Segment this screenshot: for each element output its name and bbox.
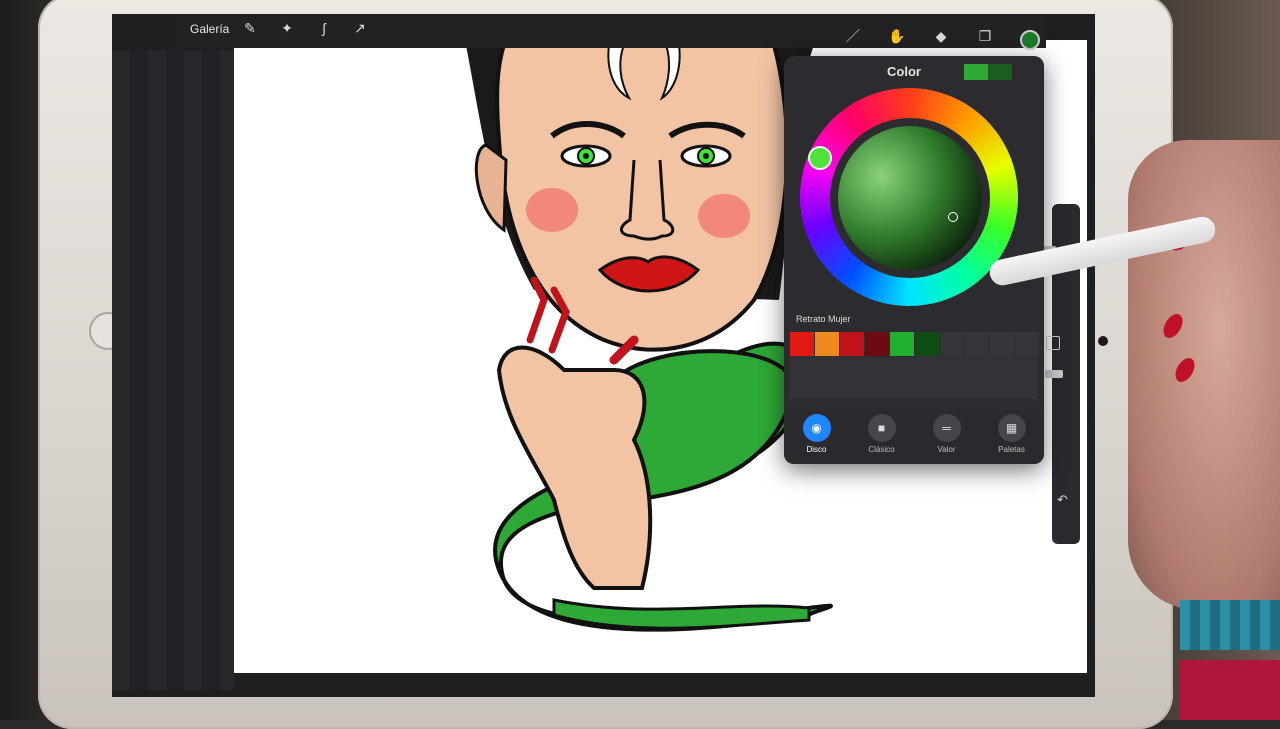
snake-tail bbox=[552, 598, 811, 630]
transform-arrow-icon[interactable]: ↗ bbox=[350, 18, 370, 38]
ear bbox=[474, 143, 508, 233]
palette-swatch[interactable] bbox=[890, 332, 914, 356]
palette-empty-slot[interactable] bbox=[990, 332, 1014, 356]
tab-label: Disco bbox=[806, 445, 827, 454]
saturation-disc[interactable] bbox=[838, 126, 982, 270]
magic-wand-icon[interactable]: ✦ bbox=[277, 18, 297, 38]
saturation-handle[interactable] bbox=[948, 212, 958, 222]
front-camera bbox=[1098, 336, 1108, 346]
blush-left bbox=[526, 188, 578, 232]
canvas-shadow-area bbox=[112, 50, 234, 690]
eraser-icon[interactable]: ◆ bbox=[931, 26, 951, 46]
current-color-swatch[interactable] bbox=[964, 64, 988, 80]
brush-icon[interactable]: ／ bbox=[843, 26, 863, 46]
tab-label: Clásico bbox=[868, 445, 895, 454]
gallery-button[interactable]: Galería bbox=[190, 22, 229, 36]
smudge-icon[interactable]: ✋ bbox=[887, 26, 907, 46]
color-dot-icon[interactable] bbox=[1020, 30, 1040, 50]
tab-paletas[interactable]: ▦ Paletas bbox=[982, 414, 1042, 454]
palette-swatch[interactable] bbox=[815, 332, 839, 356]
square-icon: ■ bbox=[867, 414, 896, 442]
undo-icon[interactable]: ↶ bbox=[1057, 492, 1068, 508]
sliders-icon: ═ bbox=[932, 414, 961, 442]
hue-handle[interactable] bbox=[808, 146, 832, 170]
procreate-topbar bbox=[176, 14, 1046, 48]
palette-swatch[interactable] bbox=[840, 332, 864, 356]
modify-button[interactable] bbox=[1046, 336, 1060, 350]
palette-empty-slot[interactable] bbox=[965, 332, 989, 356]
wrist-band bbox=[1180, 600, 1280, 650]
user-hand bbox=[1128, 140, 1280, 610]
tab-disco[interactable]: ◉ Disco bbox=[787, 414, 847, 454]
blush-right bbox=[698, 194, 750, 238]
palette-swatch[interactable] bbox=[915, 332, 939, 356]
tab-label: Valor bbox=[937, 445, 956, 454]
palette-swatch[interactable] bbox=[790, 332, 814, 356]
palette-empty-row[interactable] bbox=[790, 357, 1038, 399]
palette-swatches bbox=[790, 332, 1040, 356]
disc-icon: ◉ bbox=[802, 414, 831, 442]
drawn-hand bbox=[496, 345, 653, 590]
grid-icon: ▦ bbox=[997, 414, 1026, 442]
opacity-slider[interactable] bbox=[1045, 370, 1063, 378]
palette-name: Retrato Mujer bbox=[796, 314, 851, 324]
palette-empty-slot[interactable] bbox=[940, 332, 964, 356]
tab-label: Paletas bbox=[998, 445, 1025, 454]
palette-swatch[interactable] bbox=[865, 332, 889, 356]
wrench-icon[interactable]: ✎ bbox=[240, 18, 260, 38]
palette-empty-slot[interactable] bbox=[1015, 332, 1039, 356]
tab-valor[interactable]: ═ Valor bbox=[917, 414, 977, 454]
selection-icon[interactable]: ʃ bbox=[314, 18, 334, 38]
layers-icon[interactable]: ❐ bbox=[975, 26, 995, 46]
sleeve bbox=[1180, 660, 1280, 720]
previous-color-swatch[interactable] bbox=[988, 64, 1012, 80]
color-mode-tabs: ◉ Disco ■ Clásico ═ Valor ▦ Paletas bbox=[784, 410, 1044, 464]
tab-clasico[interactable]: ■ Clásico bbox=[852, 414, 912, 454]
